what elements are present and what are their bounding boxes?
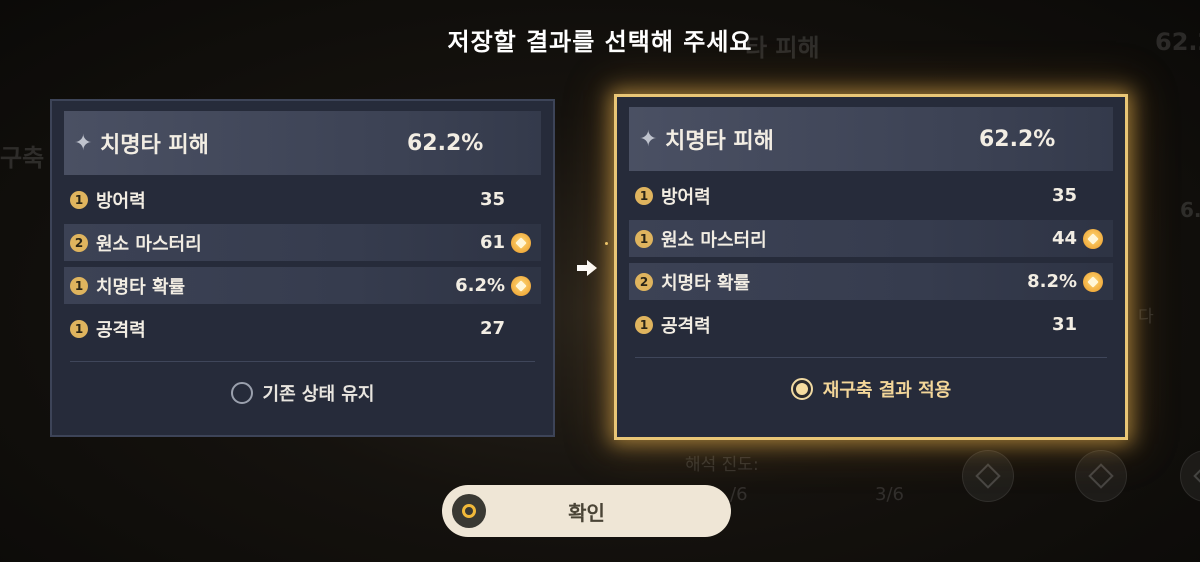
main-stat-value: 62.2% — [407, 130, 484, 156]
sub-stat-row: 1 방어력 35 — [64, 181, 541, 218]
sub-stat-row: 1 공격력 27 — [64, 310, 541, 347]
radio-button[interactable] — [230, 382, 253, 404]
roll-count-badge: 1 — [70, 319, 88, 338]
page-title: 저장할 결과를 선택해 주세요 — [447, 28, 753, 56]
roll-count-badge: 1 — [635, 229, 653, 248]
bg-reconstruct-text: 구축 — [0, 144, 45, 172]
bg-progress-before: /6 — [730, 484, 748, 505]
main-stat-name: 치명타 피해 — [665, 129, 774, 154]
main-stat-row: ✦ 치명타 피해 62.2% — [629, 107, 1113, 171]
bg-desc-text: 다 — [1138, 307, 1154, 327]
upgrade-icon — [1083, 228, 1103, 249]
sparkle-dot — [605, 242, 608, 245]
keep-current-option[interactable]: 기존 상태 유지 — [64, 380, 541, 406]
sparkle-icon: ✦ — [74, 130, 93, 156]
confirm-circle-icon — [452, 494, 486, 528]
sub-stat-row: 1 방어력 35 — [629, 177, 1113, 214]
divider — [70, 361, 535, 362]
main-stat-row: ✦ 치명타 피해 62.2% — [64, 111, 541, 175]
sub-stat-name: 치명타 확률 — [96, 276, 186, 298]
roll-count-badge: 2 — [635, 272, 653, 291]
option-label: 기존 상태 유지 — [262, 384, 375, 405]
roll-count-badge: 1 — [635, 315, 653, 334]
roll-count-badge: 1 — [635, 186, 653, 205]
sub-stat-name: 공격력 — [661, 315, 711, 337]
radio-button[interactable] — [790, 378, 813, 400]
bg-value-text: 6. — [1180, 198, 1200, 222]
divider — [635, 357, 1107, 358]
sub-stat-value: 35 — [1051, 185, 1077, 206]
sub-stat-name: 치명타 확률 — [661, 272, 751, 294]
bg-progress-after: 3/6 — [875, 484, 904, 505]
arrow-right-icon — [577, 260, 597, 276]
apply-result-option[interactable]: 재구축 결과 적용 — [629, 376, 1113, 402]
roll-count-badge: 2 — [70, 233, 88, 252]
sub-stat-value: 44 — [1051, 228, 1077, 249]
upgrade-icon — [511, 275, 531, 296]
reconstruct-result-card[interactable]: ✦ 치명타 피해 62.2% 1 방어력 35 1 원소 마스터리 44 2 치… — [614, 94, 1128, 440]
sub-stat-name: 방어력 — [661, 186, 711, 208]
sub-stat-row: 1 공격력 31 — [629, 306, 1113, 343]
sub-stat-row: 2 원소 마스터리 61 — [64, 224, 541, 261]
bg-slot-icon — [1075, 450, 1127, 502]
main-stat-name: 치명타 피해 — [100, 133, 209, 158]
sub-stat-name: 원소 마스터리 — [661, 229, 767, 251]
upgrade-icon — [1083, 271, 1103, 292]
roll-count-badge: 1 — [70, 190, 88, 209]
sub-stat-value: 8.2% — [1027, 271, 1077, 292]
sub-stat-row: 2 치명타 확률 8.2% — [629, 263, 1113, 300]
confirm-label: 확인 — [568, 500, 605, 525]
sub-stat-value: 35 — [479, 189, 505, 210]
option-label: 재구축 결과 적용 — [822, 380, 952, 401]
bg-slot-icon — [962, 450, 1014, 502]
sub-stat-name: 방어력 — [96, 190, 146, 212]
bg-slot-icon — [1180, 450, 1200, 502]
main-stat-value: 62.2% — [979, 126, 1056, 152]
sub-stat-value: 27 — [479, 318, 505, 339]
sub-stat-name: 원소 마스터리 — [96, 233, 202, 255]
sparkle-icon: ✦ — [639, 126, 658, 152]
current-state-card[interactable]: ✦ 치명타 피해 62.2% 1 방어력 35 2 원소 마스터리 61 1 치… — [50, 99, 555, 437]
sub-stat-value: 6.2% — [455, 275, 505, 296]
confirm-button[interactable]: 확인 — [442, 485, 731, 537]
sub-stat-value: 31 — [1051, 314, 1077, 335]
sub-stat-row: 1 치명타 확률 6.2% — [64, 267, 541, 304]
sub-stat-row: 1 원소 마스터리 44 — [629, 220, 1113, 257]
bg-progress-label: 해석 진도: — [685, 455, 759, 475]
sub-stat-value: 61 — [479, 232, 505, 253]
roll-count-badge: 1 — [70, 276, 88, 295]
upgrade-icon — [511, 232, 531, 253]
sub-stat-name: 공격력 — [96, 319, 146, 341]
